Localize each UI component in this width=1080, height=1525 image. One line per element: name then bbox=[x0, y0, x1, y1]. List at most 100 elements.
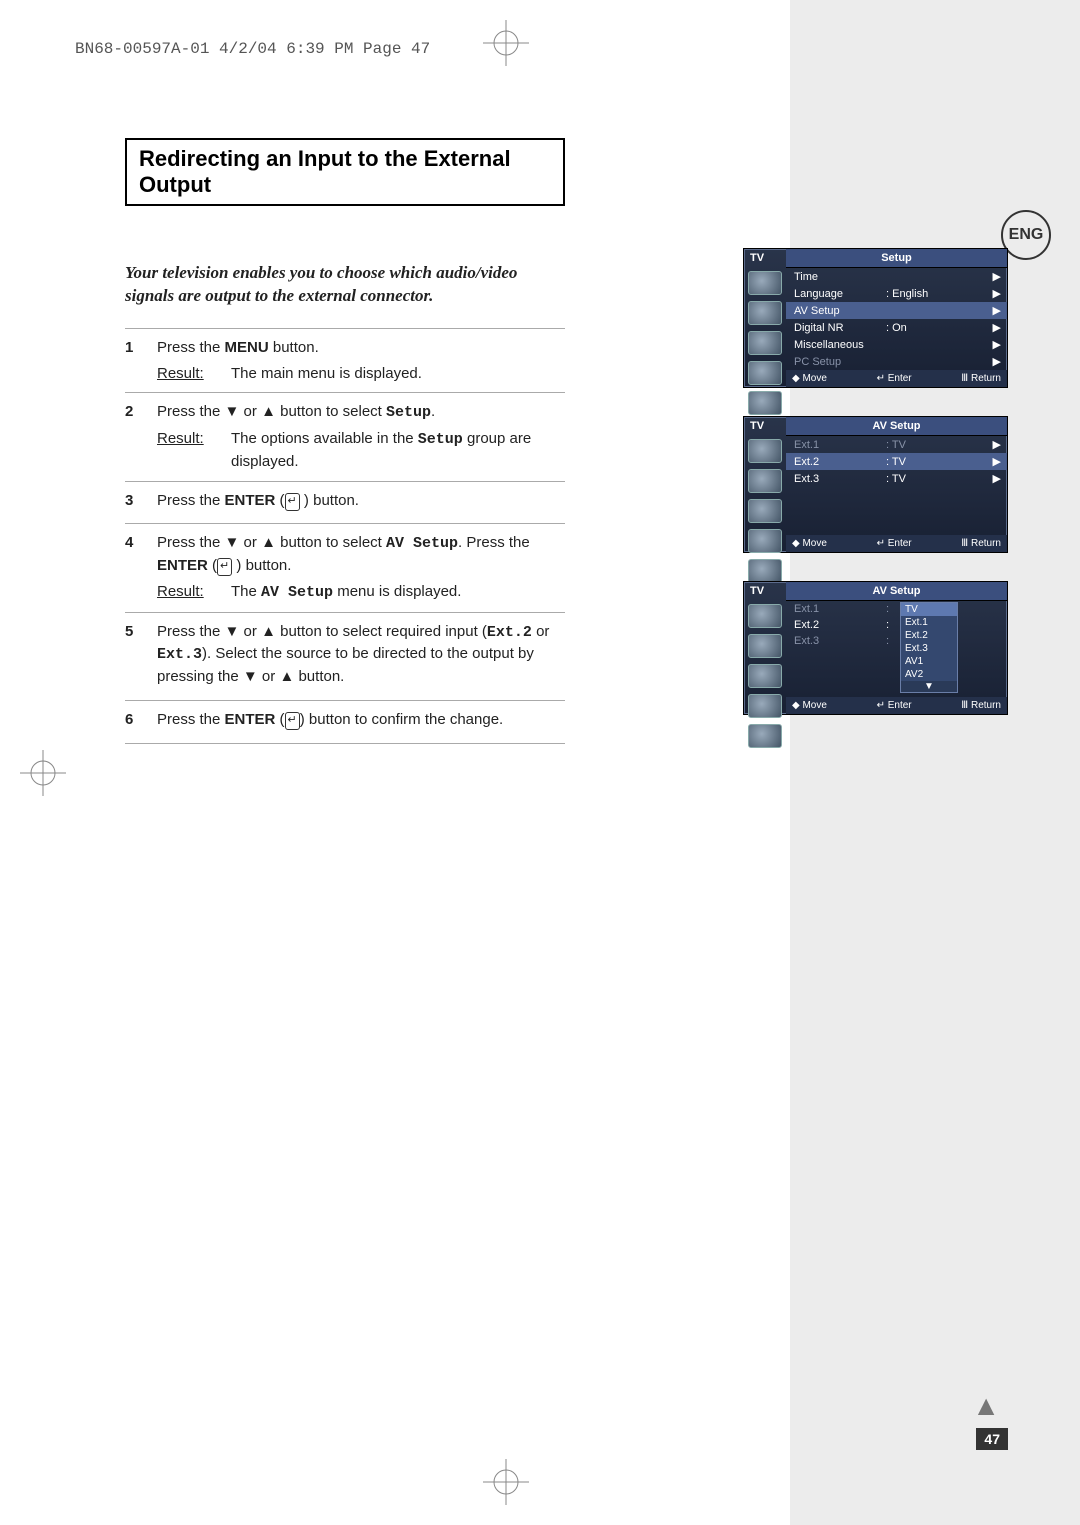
osd-rows: Time▶Language: English▶AV Setup▶Digital … bbox=[786, 268, 1007, 370]
osd-row-value: : English bbox=[886, 288, 985, 300]
step-number: 3 bbox=[125, 490, 139, 516]
result-label: Result: bbox=[157, 581, 217, 604]
crop-mark-bottom bbox=[483, 1459, 529, 1505]
osd-footer-return: Ⅲ Return bbox=[961, 538, 1001, 549]
osd-row-key: Digital NR bbox=[794, 322, 880, 334]
osd-icon-column bbox=[748, 271, 784, 415]
osd-footer-enter: ↵ Enter bbox=[877, 700, 912, 711]
osd-row: Ext.1: bbox=[786, 601, 1007, 617]
intro-text: Your television enables you to choose wh… bbox=[125, 262, 565, 308]
osd-row-key: Ext.1 bbox=[794, 439, 880, 451]
osd-tv-label: TV bbox=[750, 252, 764, 264]
osd-row: Digital NR: On▶ bbox=[786, 319, 1007, 336]
osd-category-icon bbox=[748, 361, 782, 385]
osd-header: AV Setup bbox=[786, 417, 1007, 436]
step-text: Press the MENU button. bbox=[157, 337, 565, 359]
osd-screen: TVSetupTime▶Language: English▶AV Setup▶D… bbox=[743, 248, 1008, 388]
step: 4 Press the ▼ or ▲ button to select AV Se… bbox=[125, 524, 565, 612]
osd-footer-return: Ⅲ Return bbox=[961, 373, 1001, 384]
osd-row-key: Ext.2 bbox=[794, 456, 880, 468]
osd-row-key: AV Setup bbox=[794, 305, 880, 317]
osd-row: Miscellaneous▶ bbox=[786, 336, 1007, 353]
step-result: Result: The AV Setup menu is displayed. bbox=[157, 581, 565, 604]
step-number: 5 bbox=[125, 621, 139, 692]
osd-row: Ext.2: bbox=[786, 617, 1007, 633]
osd-screen: TVAV SetupExt.1:Ext.2:Ext.3: TVExt.1Ext.… bbox=[743, 581, 1008, 715]
osd-row-value: : TV bbox=[886, 439, 985, 451]
osd-row: Ext.3 : TV ▶ bbox=[786, 470, 1007, 487]
osd-icon-column bbox=[748, 604, 784, 748]
step: 6 Press the ENTER (↵) button to confirm t… bbox=[125, 701, 565, 744]
osd-dropdown-option: AV1 bbox=[901, 655, 957, 668]
page-title-box: Redirecting an Input to the External Out… bbox=[125, 138, 565, 206]
osd-row-key: Ext.3 bbox=[794, 635, 880, 647]
step-text: Press the ▼ or ▲ button to select Setup. bbox=[157, 401, 565, 424]
result-text: The AV Setup menu is displayed. bbox=[231, 581, 461, 604]
osd-category-icon bbox=[748, 301, 782, 325]
osd-dropdown-option: Ext.1 bbox=[901, 616, 957, 629]
step-result: Result:The options available in the Setu… bbox=[157, 428, 565, 473]
osd-header: Setup bbox=[786, 249, 1007, 268]
osd-footer-enter: ↵ Enter bbox=[877, 538, 912, 549]
osd-row: Time▶ bbox=[786, 268, 1007, 285]
step-text: Press the ▼ or ▲ button to select requir… bbox=[157, 621, 565, 688]
result-label: Result: bbox=[157, 428, 217, 473]
step-text: Press the ▼ or ▲ button to select AV Set… bbox=[157, 532, 565, 577]
osd-row-key: Ext.3 bbox=[794, 473, 880, 485]
osd-row: PC Setup▶ bbox=[786, 353, 1007, 370]
osd-row: Ext.2: TV▶ bbox=[786, 453, 1007, 470]
step-body: Press the ENTER (↵ ) button. bbox=[157, 490, 565, 516]
crop-mark-top bbox=[483, 20, 529, 66]
osd-category-icon bbox=[748, 439, 782, 463]
osd-screen: TVAV SetupExt.1: TV▶Ext.2: TV▶Ext.3: TV▶… bbox=[743, 416, 1008, 553]
osd-row-value: : On bbox=[886, 322, 985, 334]
osd-tv-label: TV bbox=[750, 420, 764, 432]
osd-footer-enter: ↵ Enter bbox=[877, 373, 912, 384]
osd-category-icon bbox=[748, 331, 782, 355]
result-text: The main menu is displayed. bbox=[231, 363, 422, 385]
osd-dropdown-option: AV2 bbox=[901, 668, 957, 681]
osd-row-value: : TV bbox=[886, 473, 985, 485]
osd-row-arrow-icon: ▶ bbox=[991, 438, 1001, 451]
osd-row-key: Time bbox=[794, 271, 880, 283]
osd-category-icon bbox=[748, 529, 782, 553]
osd-footer-move: ◆ Move bbox=[792, 700, 827, 711]
page-number: 47 bbox=[976, 1428, 1008, 1450]
step-number: 6 bbox=[125, 709, 139, 735]
crop-mark-left bbox=[20, 750, 66, 796]
osd-category-icon bbox=[748, 559, 782, 583]
step: 5 Press the ▼ or ▲ button to select requi… bbox=[125, 613, 565, 701]
osd-rows: Ext.1:Ext.2:Ext.3: bbox=[786, 601, 1007, 697]
osd-footer: ◆ Move ↵ Enter Ⅲ Return bbox=[786, 370, 1007, 387]
osd-row-arrow-icon: ▶ bbox=[991, 287, 1001, 300]
step: 1Press the MENU button.Result:The main m… bbox=[125, 329, 565, 394]
step-number: 4 bbox=[125, 532, 139, 603]
step-number: 2 bbox=[125, 401, 139, 472]
step-text: Press the ENTER (↵ ) button. bbox=[157, 490, 565, 512]
step-text: Press the ENTER (↵) button to confirm th… bbox=[157, 709, 565, 731]
osd-rows: Ext.1: TV▶Ext.2: TV▶Ext.3: TV▶ bbox=[786, 436, 1007, 535]
osd-category-icon bbox=[748, 634, 782, 658]
step: 3 Press the ENTER (↵ ) button. bbox=[125, 482, 565, 525]
osd-category-icon bbox=[748, 391, 782, 415]
osd-footer: ◆ Move↵ EnterⅢ Return bbox=[786, 535, 1007, 552]
osd-category-icon bbox=[748, 469, 782, 493]
osd-dropdown: TVExt.1Ext.2Ext.3AV1AV2▼ bbox=[900, 602, 958, 693]
doc-header: BN68-00597A-01 4/2/04 6:39 PM Page 47 bbox=[75, 40, 430, 58]
result-label: Result: bbox=[157, 363, 217, 385]
osd-row-arrow-icon: ▶ bbox=[991, 472, 1001, 485]
osd-dropdown-option: Ext.3 bbox=[901, 642, 957, 655]
language-badge: ENG bbox=[1001, 210, 1051, 260]
osd-row-arrow-icon: ▶ bbox=[991, 455, 1001, 468]
step-body: Press the ▼ or ▲ button to select requir… bbox=[157, 621, 565, 692]
osd-row: Ext.3: bbox=[786, 633, 1007, 649]
step-body: Press the MENU button. Result: The main me… bbox=[157, 337, 565, 385]
osd-category-icon bbox=[748, 724, 782, 748]
osd-screenshots: TVSetupTime▶Language: English▶AV Setup▶D… bbox=[743, 248, 1008, 715]
osd-row: Language: English▶ bbox=[786, 285, 1007, 302]
osd-footer-move: ◆ Move bbox=[792, 373, 827, 384]
osd-header: AV Setup bbox=[786, 582, 1007, 601]
osd-row: Ext.1 : TV ▶ bbox=[786, 436, 1007, 453]
osd-row-arrow-icon: ▶ bbox=[991, 338, 1001, 351]
osd-row-key: PC Setup bbox=[794, 356, 880, 368]
